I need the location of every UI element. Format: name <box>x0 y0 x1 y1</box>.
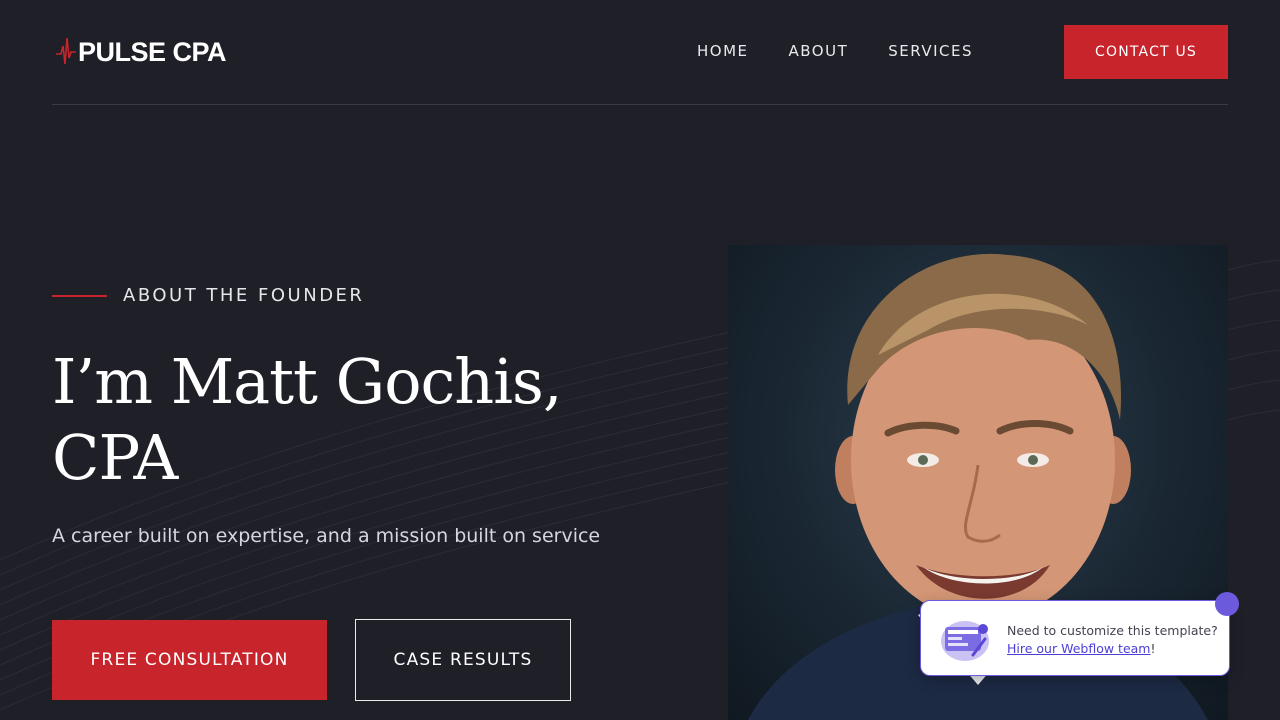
hero-title-line1: I’m Matt Gochis, <box>52 345 563 418</box>
logo-link[interactable]: PULSE CPA <box>56 34 227 70</box>
webflow-link-suffix: ! <box>1150 641 1156 656</box>
site-header: PULSE CPA HOME ABOUT SERVICES CONTACT US <box>52 0 1228 105</box>
contact-us-button[interactable]: CONTACT US <box>1064 25 1228 79</box>
webflow-widget-text: Need to customize this template? Hire ou… <box>1007 622 1218 658</box>
nav-item-about[interactable]: ABOUT <box>789 42 849 60</box>
hero-title: I’m Matt Gochis, CPA <box>52 344 652 496</box>
hero-eyebrow: ABOUT THE FOUNDER <box>52 285 364 306</box>
nav-item-home[interactable]: HOME <box>697 42 749 60</box>
webflow-hire-widget[interactable]: Need to customize this template? Hire ou… <box>920 600 1230 676</box>
hero-subtitle: A career built on expertise, and a missi… <box>52 525 601 547</box>
hero-title-line2: CPA <box>52 421 178 494</box>
logo-text: PULSE CPA <box>78 36 227 67</box>
pulse-logo-icon <box>56 37 76 65</box>
webflow-template-icon <box>941 621 989 661</box>
hire-webflow-team-link[interactable]: Hire our Webflow team <box>1007 641 1150 656</box>
eyebrow-accent-line <box>52 294 107 297</box>
widget-close-icon[interactable] <box>1215 592 1239 616</box>
case-results-button[interactable]: CASE RESULTS <box>355 619 571 701</box>
eyebrow-text: ABOUT THE FOUNDER <box>123 285 365 306</box>
free-consultation-button[interactable]: FREE CONSULTATION <box>52 620 327 700</box>
main-nav: HOME ABOUT SERVICES <box>697 42 973 60</box>
webflow-widget-question: Need to customize this template? <box>1007 623 1218 638</box>
nav-item-services[interactable]: SERVICES <box>888 42 973 60</box>
